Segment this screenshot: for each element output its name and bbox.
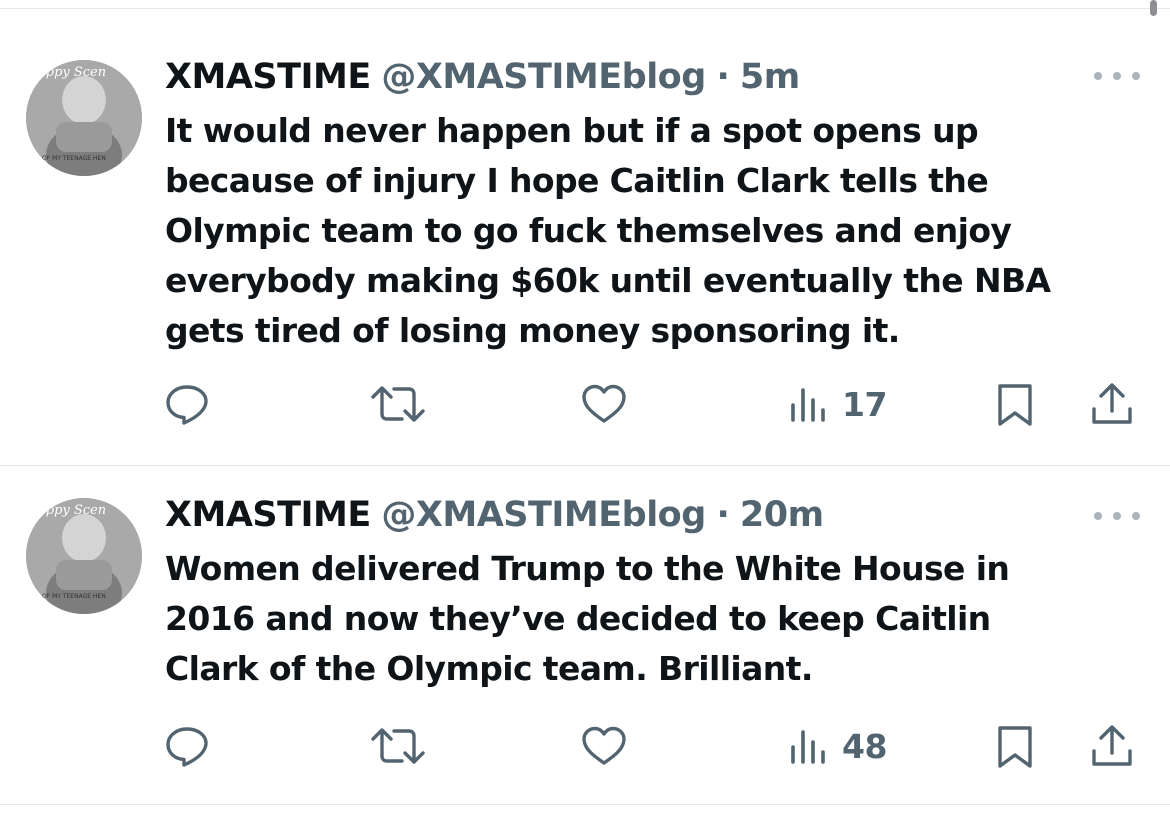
views-button[interactable]: 48 [786, 724, 887, 768]
reply-icon [166, 385, 208, 425]
avatar-photo-icon: appy Scen OF MY TEENAGE HEN [26, 60, 142, 176]
timestamp[interactable]: 20m [740, 495, 824, 535]
heart-icon [582, 384, 626, 423]
bookmark-button[interactable] [994, 382, 1036, 426]
like-button[interactable] [580, 724, 628, 768]
more-dot [1113, 512, 1121, 520]
more-dot [1094, 72, 1102, 80]
reply-icon [166, 727, 208, 767]
retweet-icon [371, 386, 425, 422]
timeline: appy Scen OF MY TEENAGE HEN XMASTIME @XM… [0, 0, 1170, 819]
timestamp[interactable]: 5m [740, 57, 800, 97]
avatar-photo-icon: appy Scen OF MY TEENAGE HEN [26, 498, 142, 614]
separator: · [716, 495, 730, 535]
like-button[interactable] [580, 382, 628, 426]
separator: · [716, 57, 730, 97]
action-bar: 17 [0, 372, 1170, 432]
views-button[interactable]: 17 [786, 382, 887, 426]
views-count: 48 [842, 726, 887, 766]
tweet-text: It would never happen but if a spot open… [165, 106, 1155, 356]
tweet-header: XMASTIME @XMASTIMEblog · 20m [165, 490, 824, 540]
svg-text:OF MY TEENAGE HEN: OF MY TEENAGE HEN [42, 593, 106, 600]
avatar[interactable]: appy Scen OF MY TEENAGE HEN [26, 60, 142, 176]
tweet-text-line: gets tired of losing money sponsoring it… [165, 311, 900, 350]
avatar[interactable]: appy Scen OF MY TEENAGE HEN [26, 498, 142, 614]
tweet-divider [0, 804, 1170, 805]
more-options-icon[interactable] [1094, 69, 1140, 83]
tweet-text-line: everybody making $60k until eventually t… [165, 261, 1051, 300]
heart-icon [582, 726, 626, 765]
views-count: 17 [842, 384, 887, 424]
svg-text:OF MY TEENAGE HEN: OF MY TEENAGE HEN [42, 155, 106, 162]
tweet-text-line: 2016 and now they’ve decided to keep Cai… [165, 599, 991, 638]
tweet-header: XMASTIME @XMASTIMEblog · 5m [165, 52, 800, 102]
tweet-text-line: because of injury I hope Caitlin Clark t… [165, 161, 989, 200]
tweet[interactable]: appy Scen OF MY TEENAGE HEN XMASTIME @XM… [0, 466, 1170, 804]
share-button[interactable] [1088, 382, 1136, 426]
share-icon [1092, 725, 1132, 766]
tweet-text-line: Women delivered Trump to the White House… [165, 549, 1010, 588]
more-dot [1113, 72, 1121, 80]
reply-button[interactable] [164, 724, 210, 768]
svg-text:appy Scen: appy Scen [38, 65, 106, 80]
retweet-icon [371, 728, 425, 764]
action-bar: 48 [0, 714, 1170, 774]
display-name[interactable]: XMASTIME [165, 57, 371, 97]
more-dot [1132, 72, 1140, 80]
tweet-text-line: Clark of the Olympic team. Brilliant. [165, 649, 813, 688]
share-button[interactable] [1088, 724, 1136, 768]
reply-button[interactable] [164, 382, 210, 426]
more-dot [1132, 512, 1140, 520]
svg-text:appy Scen: appy Scen [38, 503, 106, 518]
handle[interactable]: @XMASTIMEblog [381, 57, 706, 97]
tweet[interactable]: appy Scen OF MY TEENAGE HEN XMASTIME @XM… [0, 10, 1170, 465]
top-divider [0, 8, 1170, 9]
more-dot [1094, 512, 1102, 520]
tweet-text-line: Olympic team to go fuck themselves and e… [165, 211, 1012, 250]
bookmark-button[interactable] [994, 724, 1036, 768]
views-icon [791, 388, 825, 422]
bookmark-icon [998, 384, 1032, 426]
handle[interactable]: @XMASTIMEblog [381, 495, 706, 535]
display-name[interactable]: XMASTIME [165, 495, 371, 535]
retweet-button[interactable] [369, 724, 427, 768]
tweet-text-line: It would never happen but if a spot open… [165, 111, 979, 150]
bookmark-icon [998, 726, 1032, 768]
retweet-button[interactable] [369, 382, 427, 426]
share-icon [1092, 383, 1132, 424]
views-icon [791, 730, 825, 764]
tweet-text: Women delivered Trump to the White House… [165, 544, 1155, 694]
more-options-icon[interactable] [1094, 509, 1140, 523]
